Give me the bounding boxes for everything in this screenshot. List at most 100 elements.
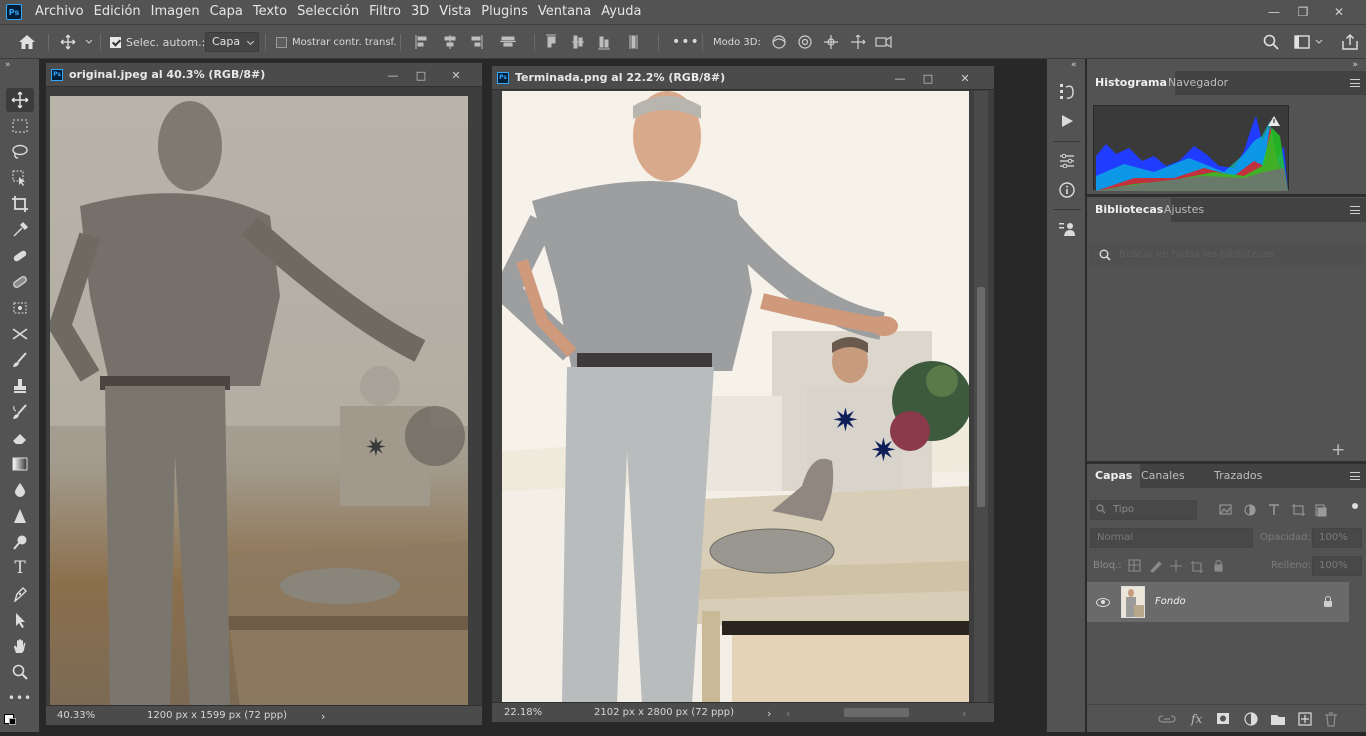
filter-toggle-icon[interactable] — [1352, 503, 1358, 509]
sharpen-tool-icon[interactable] — [6, 504, 34, 528]
doc2-zoom[interactable]: 22.18% — [504, 707, 542, 718]
history-brush-tool-icon[interactable] — [6, 400, 34, 424]
menu-texto[interactable]: Texto — [248, 0, 292, 24]
close-icon[interactable]: ✕ — [1324, 0, 1354, 24]
search-icon[interactable] — [1263, 25, 1279, 59]
auto-select-dropdown[interactable]: Capa — [205, 32, 260, 52]
layer-visibility-eye-icon[interactable] — [1096, 598, 1110, 607]
show-transform-check-icon[interactable] — [276, 36, 287, 48]
collapse-icons-icon[interactable]: « — [1071, 60, 1077, 70]
link-layers-icon[interactable] — [1159, 709, 1179, 729]
fill-input[interactable]: 100% — [1312, 556, 1362, 576]
menu-plugins[interactable]: Plugins — [476, 0, 533, 24]
menu-3d[interactable]: 3D — [406, 0, 434, 24]
menu-vista[interactable]: Vista — [434, 0, 476, 24]
photoshop-logo-icon[interactable]: Ps — [6, 4, 22, 20]
tab-canales[interactable]: Canales — [1133, 464, 1193, 488]
histogram-warning-icon[interactable] — [1267, 112, 1277, 122]
more-options-icon[interactable]: ••• — [672, 25, 700, 59]
brush-healing-tool-icon[interactable] — [6, 270, 34, 294]
object-selection-tool-icon[interactable] — [6, 166, 34, 190]
tab-ajustes[interactable]: Ajustes — [1156, 198, 1212, 222]
lock-options-icons[interactable] — [1127, 558, 1227, 577]
foreground-color-swatch[interactable] — [9, 718, 16, 725]
doc2-title[interactable]: Terminada.png al 22.2% (RGB/8#) — [515, 71, 725, 84]
move-tool-preset-icon[interactable] — [60, 25, 92, 59]
doc2-minimize-icon[interactable]: — — [888, 68, 912, 88]
share-icon[interactable] — [1342, 25, 1358, 59]
doc1-maximize-icon[interactable]: □ — [409, 65, 433, 85]
scroll-right-icon[interactable]: › — [962, 707, 966, 720]
type-tool-icon[interactable]: T — [6, 556, 34, 580]
lasso-tool-icon[interactable] — [6, 140, 34, 164]
hand-tool-icon[interactable] — [6, 634, 34, 658]
show-transform-checkbox[interactable]: Mostrar contr. transf. — [276, 25, 397, 59]
workspace-icon[interactable] — [1294, 25, 1324, 59]
info-icon[interactable] — [1057, 180, 1077, 200]
eyedropper-tool-icon[interactable] — [6, 218, 34, 242]
menu-ayuda[interactable]: Ayuda — [596, 0, 646, 24]
edit-toolbar-icon[interactable]: ••• — [6, 686, 34, 710]
move-tool-icon[interactable] — [6, 88, 34, 112]
adjustment-layer-icon[interactable] — [1243, 709, 1263, 729]
auto-select-checkbox[interactable]: Selec. autom.: — [110, 25, 205, 59]
marquee-tool-icon[interactable] — [6, 114, 34, 138]
path-selection-tool-icon[interactable] — [6, 608, 34, 632]
libraries-panel-menu-icon[interactable] — [1350, 206, 1360, 214]
scroll-left-icon[interactable]: ‹ — [786, 707, 790, 720]
layer-name[interactable]: Fondo — [1155, 596, 1186, 607]
blur-tool-icon[interactable] — [6, 478, 34, 502]
collapse-panels-icon[interactable]: » — [1352, 60, 1358, 70]
menu-capa[interactable]: Capa — [205, 0, 248, 24]
doc1-title[interactable]: original.jpeg al 40.3% (RGB/8#) — [69, 68, 265, 81]
menu-ventana[interactable]: Ventana — [533, 0, 596, 24]
doc2-horizontal-scroll-thumb[interactable] — [844, 708, 909, 717]
auto-select-check-icon[interactable] — [110, 36, 121, 48]
add-library-icon[interactable]: + — [1331, 440, 1345, 460]
menu-imagen[interactable]: Imagen — [146, 0, 205, 24]
layer-effects-icon[interactable] — [1187, 709, 1207, 729]
original-photo[interactable]: ✷ — [50, 96, 468, 707]
restored-photo[interactable]: ✷ ✷ — [502, 91, 969, 704]
doc2-maximize-icon[interactable]: □ — [916, 68, 940, 88]
tab-navegador[interactable]: Navegador — [1160, 71, 1236, 95]
home-icon[interactable] — [18, 25, 36, 59]
history-panel-icon[interactable] — [1057, 82, 1077, 102]
gradient-tool-icon[interactable] — [6, 452, 34, 476]
doc1-zoom[interactable]: 40.33% — [57, 710, 95, 721]
menu-filtro[interactable]: Filtro — [364, 0, 406, 24]
doc2-close-icon[interactable]: ✕ — [953, 68, 977, 88]
add-mask-icon[interactable] — [1215, 709, 1235, 729]
patch-tool-icon[interactable] — [6, 296, 34, 320]
dodge-tool-icon[interactable] — [6, 530, 34, 554]
doc1-minimize-icon[interactable]: — — [381, 65, 405, 85]
actions-play-icon[interactable] — [1057, 111, 1077, 131]
new-layer-icon[interactable] — [1297, 709, 1317, 729]
doc1-close-icon[interactable]: ✕ — [444, 65, 468, 85]
menu-seleccion[interactable]: Selección — [292, 0, 364, 24]
properties-icon[interactable] — [1057, 151, 1077, 171]
layer-lock-icon[interactable] — [1324, 596, 1332, 607]
delete-layer-icon[interactable] — [1323, 709, 1343, 729]
menu-edicion[interactable]: Edición — [89, 0, 146, 24]
brush-tool-icon[interactable] — [6, 348, 34, 372]
new-group-icon[interactable] — [1269, 709, 1289, 729]
crop-tool-icon[interactable] — [6, 192, 34, 216]
layer-filter-kind[interactable]: Tipo — [1090, 500, 1197, 520]
doc2-status-menu-icon[interactable]: › — [767, 707, 771, 720]
menu-archivo[interactable]: Archivo — [30, 0, 89, 24]
content-aware-move-icon[interactable] — [6, 322, 34, 346]
blend-mode-select[interactable]: Normal — [1090, 528, 1253, 548]
layers-panel-menu-icon[interactable] — [1350, 472, 1360, 480]
histogram-panel-menu-icon[interactable] — [1350, 79, 1360, 87]
restore-icon[interactable]: ❐ — [1288, 0, 1318, 24]
layer-filter-icons[interactable] — [1218, 502, 1338, 521]
doc2-vertical-scroll-thumb[interactable] — [977, 287, 985, 507]
minimize-icon[interactable]: — — [1259, 0, 1289, 24]
zoom-tool-icon[interactable] — [6, 660, 34, 684]
doc1-status-menu-icon[interactable]: › — [321, 710, 325, 723]
clone-stamp-tool-icon[interactable] — [6, 374, 34, 398]
collapse-toolbar-icon[interactable]: » — [5, 60, 11, 70]
layer-comps-icon[interactable] — [1057, 219, 1077, 239]
pen-tool-icon[interactable] — [6, 582, 34, 606]
